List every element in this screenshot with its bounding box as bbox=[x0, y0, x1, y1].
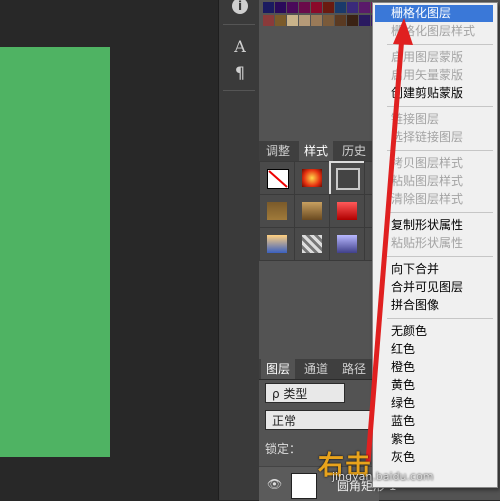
style-preview-icon bbox=[267, 235, 287, 253]
color-swatch[interactable] bbox=[263, 2, 274, 13]
menu-item: 启用图层蒙版 bbox=[391, 50, 464, 64]
color-swatch[interactable] bbox=[263, 15, 274, 26]
tab-history[interactable]: 历史 bbox=[337, 141, 371, 161]
layer-context-menu: 栅格化图层栅格化图层样式 启用图层蒙版 启用矢量蒙版创建剪贴蒙版链接图层选择链接图层… bbox=[372, 2, 498, 488]
style-none-swatch[interactable] bbox=[259, 161, 295, 195]
menu-item: 清除图层样式 bbox=[391, 192, 464, 206]
panel-tool-strip: i A ¶ bbox=[218, 0, 260, 500]
visibility-eye-icon[interactable]: 👁 bbox=[267, 477, 282, 491]
menu-item: 选择链接图层 bbox=[391, 130, 464, 144]
style-preview-icon bbox=[336, 168, 360, 190]
layer-kind-filter[interactable]: ρ 类型 bbox=[265, 383, 345, 403]
color-swatch[interactable] bbox=[347, 15, 358, 26]
lock-label: 锁定： bbox=[265, 442, 302, 456]
menu-item[interactable]: 向下合并 bbox=[375, 261, 493, 278]
color-swatch[interactable] bbox=[335, 15, 346, 26]
style-preview-icon bbox=[337, 235, 357, 253]
style-swatch[interactable] bbox=[294, 194, 330, 228]
style-preview-icon bbox=[302, 169, 322, 187]
tab-adjustments[interactable]: 调整 bbox=[261, 141, 295, 161]
swatches-panel[interactable] bbox=[259, 0, 382, 30]
color-swatch[interactable] bbox=[287, 2, 298, 13]
tab-channels[interactable]: 通道 bbox=[299, 359, 333, 379]
menu-item[interactable]: 蓝色 bbox=[375, 413, 493, 430]
color-swatch[interactable] bbox=[335, 2, 346, 13]
menu-item[interactable]: 合并可见图层 bbox=[375, 279, 493, 296]
menu-separator bbox=[387, 318, 493, 319]
menu-item[interactable]: 拼合图像 bbox=[375, 297, 493, 314]
color-swatch[interactable] bbox=[299, 2, 310, 13]
layers-panel-tabs: 图层 通道 路径 bbox=[259, 359, 389, 380]
menu-item: 粘贴图层样式 bbox=[391, 174, 464, 188]
no-style-icon bbox=[267, 169, 289, 189]
blend-mode-select[interactable]: 正常 bbox=[265, 410, 385, 430]
style-swatch[interactable] bbox=[329, 194, 365, 228]
strip-divider bbox=[223, 90, 255, 91]
canvas-area[interactable] bbox=[0, 0, 218, 500]
style-preview-icon bbox=[267, 202, 287, 220]
color-swatch[interactable] bbox=[323, 2, 334, 13]
styles-grid bbox=[259, 161, 381, 261]
menu-item[interactable]: 创建剪贴蒙版 bbox=[375, 85, 493, 102]
tab-paths[interactable]: 路径 bbox=[337, 359, 371, 379]
color-swatch[interactable] bbox=[275, 2, 286, 13]
style-swatch[interactable] bbox=[294, 161, 330, 195]
menu-separator bbox=[387, 150, 493, 151]
paragraph-panel-button[interactable]: ¶ bbox=[227, 62, 253, 84]
style-swatch[interactable] bbox=[259, 227, 295, 261]
color-swatch[interactable] bbox=[299, 15, 310, 26]
layer-thumbnail bbox=[291, 473, 317, 499]
color-swatch[interactable] bbox=[323, 15, 334, 26]
swatches-panel-empty-area bbox=[259, 30, 379, 140]
menu-item[interactable]: 红色 bbox=[375, 341, 493, 358]
menu-item[interactable]: 无颜色 bbox=[375, 323, 493, 340]
menu-item[interactable]: 栅格化图层 bbox=[375, 5, 493, 22]
info-icon: i bbox=[232, 0, 248, 14]
menu-item: 拷贝图层样式 bbox=[391, 156, 464, 170]
strip-divider bbox=[223, 24, 255, 25]
style-swatch[interactable] bbox=[294, 227, 330, 261]
menu-item[interactable]: 复制形状属性 bbox=[375, 217, 493, 234]
color-swatch[interactable] bbox=[359, 2, 370, 13]
style-preview-icon bbox=[302, 202, 322, 220]
color-swatch[interactable] bbox=[311, 15, 322, 26]
tab-styles[interactable]: 样式 bbox=[299, 141, 334, 161]
style-preview-icon bbox=[302, 235, 322, 253]
tab-layers[interactable]: 图层 bbox=[261, 359, 296, 379]
menu-item: 栅格化图层样式 bbox=[391, 24, 476, 38]
character-panel-button[interactable]: A bbox=[227, 36, 253, 58]
menu-item[interactable]: 紫色 bbox=[375, 431, 493, 448]
info-panel-button[interactable]: i bbox=[227, 0, 253, 16]
style-preview-icon bbox=[337, 202, 357, 220]
style-swatch[interactable] bbox=[259, 194, 295, 228]
menu-item[interactable]: 黄色 bbox=[375, 377, 493, 394]
menu-separator bbox=[387, 44, 493, 45]
menu-item: 启用矢量蒙版 bbox=[391, 68, 464, 82]
rounded-rectangle-shape[interactable] bbox=[0, 47, 110, 457]
styles-panel-tabs: 调整 样式 历史 bbox=[259, 141, 389, 162]
menu-item: 链接图层 bbox=[391, 112, 440, 126]
color-swatch[interactable] bbox=[287, 15, 298, 26]
color-swatch[interactable] bbox=[311, 2, 322, 13]
menu-separator bbox=[387, 106, 493, 107]
style-swatch[interactable] bbox=[329, 227, 365, 261]
menu-item[interactable]: 橙色 bbox=[375, 359, 493, 376]
color-swatch[interactable] bbox=[359, 15, 370, 26]
color-swatch[interactable] bbox=[347, 2, 358, 13]
watermark: jingyan.baidu.com bbox=[332, 470, 434, 483]
menu-item: 粘贴形状属性 bbox=[391, 236, 464, 250]
menu-item[interactable]: 绿色 bbox=[375, 395, 493, 412]
color-swatch[interactable] bbox=[275, 15, 286, 26]
style-swatch-selected[interactable] bbox=[329, 161, 367, 197]
menu-separator bbox=[387, 256, 493, 257]
menu-item[interactable]: 灰色 bbox=[375, 449, 493, 466]
menu-separator bbox=[387, 212, 493, 213]
